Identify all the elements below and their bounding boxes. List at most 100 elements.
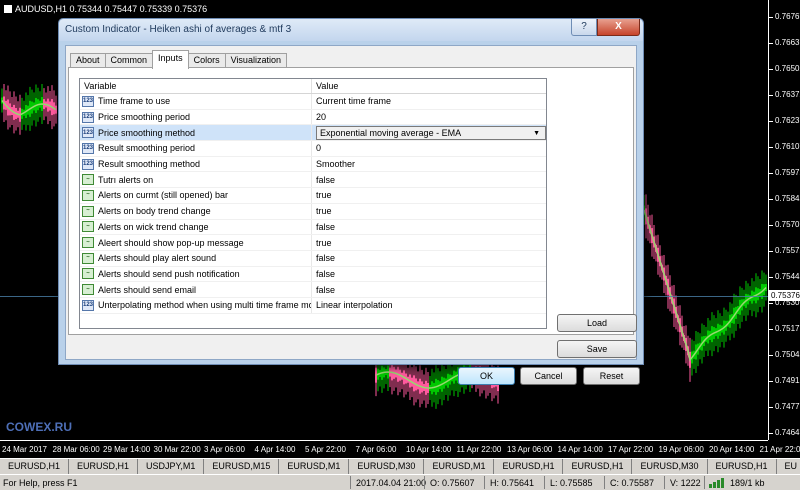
price-tick-label: 0.75572 bbox=[769, 246, 800, 255]
column-variable[interactable]: Variable bbox=[80, 79, 312, 93]
save-button[interactable]: Save bbox=[557, 340, 637, 358]
number-param-icon: 123 bbox=[82, 111, 94, 123]
price-tick-label: 0.76767 bbox=[769, 12, 800, 21]
bool-param-icon: ~ bbox=[82, 174, 94, 186]
symbol-tab[interactable]: EURUSD,M1 bbox=[279, 459, 350, 474]
input-name: Price smoothing period bbox=[98, 112, 191, 123]
status-open: O: 0.75607 bbox=[430, 478, 475, 488]
price-tick-label: 0.74912 bbox=[769, 376, 800, 385]
price-axis: 0.76767 0.76637 0.76502 0.76372 0.76237 0.761… bbox=[768, 0, 800, 440]
close-button[interactable]: X bbox=[597, 19, 640, 36]
status-separator bbox=[350, 476, 351, 489]
input-row[interactable]: ~ Alerts on curmt (still opened) bar true bbox=[80, 188, 546, 204]
symbol-tab[interactable]: EU bbox=[777, 459, 800, 474]
input-row[interactable]: ~ Alerts on body trend change true bbox=[80, 203, 546, 220]
input-row[interactable]: ~ Aleert should show pop-up message true bbox=[80, 235, 546, 251]
input-row[interactable]: ~ Alerts should send email false bbox=[80, 282, 546, 298]
status-help: For Help, press F1 bbox=[3, 478, 78, 488]
input-value-cell[interactable]: true bbox=[312, 188, 546, 203]
input-row[interactable]: ~ Alerts should send push notification fal… bbox=[80, 266, 546, 283]
symbol-tab[interactable]: EURUSD,M30 bbox=[632, 459, 708, 474]
status-traffic: 189/1 kb bbox=[730, 478, 765, 488]
dialog-tabs: About Common Inputs Colors Visualization bbox=[70, 50, 287, 69]
input-name-cell: ~ Alerts should send email bbox=[80, 282, 312, 297]
bool-param-icon: ~ bbox=[82, 189, 94, 201]
input-value-cell[interactable]: false bbox=[312, 282, 546, 297]
method-select[interactable]: Exponential moving average - EMA ▼ bbox=[316, 125, 546, 140]
price-tick-label: 0.76502 bbox=[769, 64, 800, 73]
symbol-tab[interactable]: EURUSD,M30 bbox=[349, 459, 425, 474]
input-value-cell[interactable]: Current time frame bbox=[312, 94, 546, 109]
input-value: false bbox=[316, 174, 336, 185]
input-name: Alerts should send email bbox=[98, 284, 197, 295]
input-row[interactable]: 123 Unterpolating method when using multi… bbox=[80, 297, 546, 314]
load-button[interactable]: Load bbox=[557, 314, 637, 332]
symbol-tab[interactable]: EURUSD,M15 bbox=[204, 459, 280, 474]
time-tick-label: 14 Apr 14:00 bbox=[557, 445, 603, 454]
symbol-tab[interactable]: EURUSD,H1 bbox=[563, 459, 633, 474]
input-name: Result smoothing method bbox=[98, 159, 201, 170]
bool-param-icon: ~ bbox=[82, 252, 94, 264]
input-value-cell[interactable]: true bbox=[312, 204, 546, 219]
input-value: Current time frame bbox=[316, 96, 392, 107]
input-row[interactable]: 123 Price smoothing period 20 bbox=[80, 109, 546, 126]
input-name-cell: 123 Time frame to use bbox=[80, 94, 312, 109]
status-separator bbox=[604, 476, 605, 489]
input-value-cell[interactable]: 20 bbox=[312, 110, 546, 125]
input-name: Alerts on curmt (still opened) bar bbox=[98, 190, 229, 201]
price-tick-label: 0.75707 bbox=[769, 220, 800, 229]
input-name-cell: 123 Result smoothing period bbox=[80, 141, 312, 156]
input-name-cell: ~ Alerts on body trend change bbox=[80, 203, 312, 219]
input-value-cell[interactable]: true bbox=[312, 235, 546, 250]
symbol-tab[interactable]: EURUSD,H1 bbox=[708, 459, 777, 474]
status-high: H: 0.75641 bbox=[490, 478, 535, 488]
reset-button[interactable]: Reset bbox=[583, 367, 640, 385]
tab-about[interactable]: About bbox=[70, 53, 106, 68]
input-row[interactable]: 123 Price smoothing method Exponential mov… bbox=[80, 125, 546, 142]
symbol-tab[interactable]: EURUSD,M1 bbox=[424, 459, 495, 474]
input-value-cell[interactable]: Linear interpolation bbox=[312, 298, 546, 313]
input-value-cell[interactable]: 0 bbox=[312, 141, 546, 156]
dialog-titlebar[interactable]: Custom Indicator - Heiken ashi of averag… bbox=[59, 19, 643, 41]
input-value-cell[interactable]: false bbox=[312, 251, 546, 266]
symbol-tab[interactable]: USDJPY,M1 bbox=[138, 459, 205, 474]
input-row[interactable]: 123 Time frame to use Current time frame bbox=[80, 94, 546, 110]
ok-button[interactable]: OK bbox=[458, 367, 515, 385]
input-row[interactable]: ~ Alerts on wick trend change false bbox=[80, 219, 546, 236]
tab-visualization[interactable]: Visualization bbox=[224, 53, 287, 68]
inputs-grid[interactable]: Variable Value 123 Time frame to use Curre… bbox=[79, 78, 547, 329]
input-value-cell[interactable]: false bbox=[312, 267, 546, 282]
symbol-tab[interactable]: EURUSD,H1 bbox=[69, 459, 139, 474]
help-button[interactable]: ? bbox=[571, 19, 597, 36]
input-value-cell[interactable]: false bbox=[312, 220, 546, 235]
tab-common[interactable]: Common bbox=[104, 53, 154, 68]
input-value-cell[interactable]: false bbox=[312, 172, 546, 187]
input-row[interactable]: ~ Tutrı alerts on false bbox=[80, 172, 546, 189]
number-param-icon: 123 bbox=[82, 158, 94, 170]
input-row[interactable]: 123 Result smoothing method Smoother bbox=[80, 156, 546, 173]
time-tick-label: 13 Apr 06:00 bbox=[507, 445, 553, 454]
bool-param-icon: ~ bbox=[82, 237, 94, 249]
symbol-tab[interactable]: EURUSD,H1 bbox=[0, 459, 70, 474]
input-value-cell[interactable]: Smoother bbox=[312, 157, 546, 172]
time-axis: 24 Mar 2017 28 Mar 06:00 29 Mar 14:00 30 Ma… bbox=[0, 440, 800, 458]
tab-inputs[interactable]: Inputs bbox=[152, 50, 189, 69]
status-close: C: 0.75587 bbox=[610, 478, 655, 488]
input-row[interactable]: ~ Alerts should play alert sound false bbox=[80, 250, 546, 267]
time-tick-label: 17 Apr 22:00 bbox=[608, 445, 654, 454]
input-value: Linear interpolation bbox=[316, 300, 393, 311]
chevron-down-icon[interactable]: ▼ bbox=[533, 130, 540, 137]
symbol-tab[interactable]: EURUSD,H1 bbox=[494, 459, 564, 474]
time-tick-label: 5 Apr 22:00 bbox=[305, 445, 346, 454]
cancel-button[interactable]: Cancel bbox=[520, 367, 577, 385]
dialog-title: Custom Indicator - Heiken ashi of averag… bbox=[65, 24, 292, 35]
inputs-panel: Variable Value 123 Time frame to use Curre… bbox=[68, 67, 637, 358]
status-separator bbox=[484, 476, 485, 489]
input-row[interactable]: 123 Result smoothing period 0 bbox=[80, 141, 546, 157]
input-name-cell: 123 Price smoothing period bbox=[80, 109, 312, 125]
time-tick-label: 20 Apr 14:00 bbox=[709, 445, 755, 454]
input-value-cell[interactable]: Exponential moving average - EMA ▼ bbox=[312, 125, 546, 140]
tab-colors[interactable]: Colors bbox=[187, 53, 226, 68]
column-value[interactable]: Value bbox=[312, 79, 546, 93]
input-name: Alerts should send push notification bbox=[98, 268, 240, 279]
